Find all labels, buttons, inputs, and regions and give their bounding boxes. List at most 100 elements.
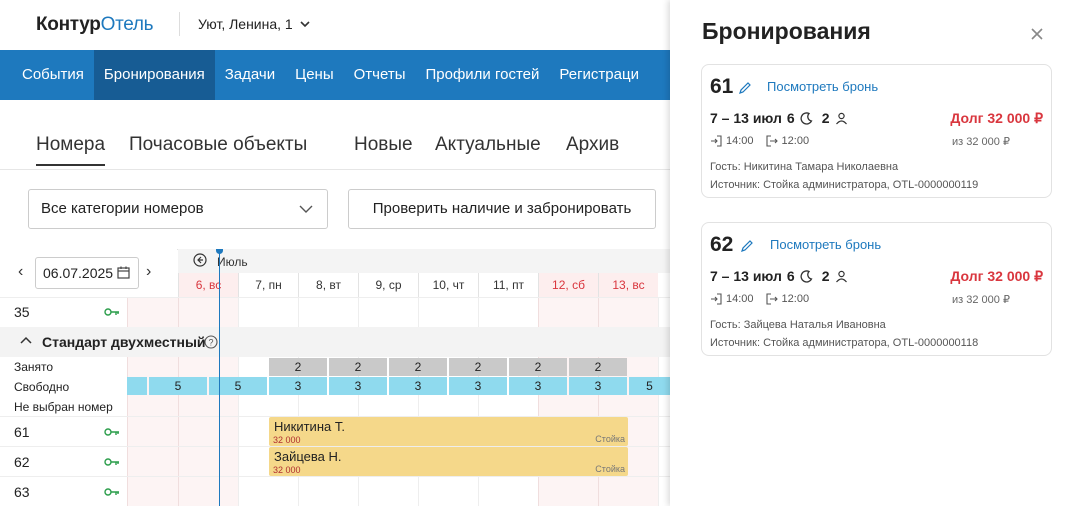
close-icon[interactable] [1030, 27, 1044, 41]
month-row: Июль [178, 249, 670, 273]
occupied-cell: 2 [569, 358, 627, 376]
tab-current[interactable]: Актуальные [435, 134, 541, 156]
card-dates: 7 – 13 июл 6 2 [710, 110, 848, 126]
card-guest: Гость: Зайцева Наталья Ивановна [710, 319, 886, 331]
key-icon [104, 428, 119, 436]
key-icon [104, 488, 119, 496]
view-booking-link[interactable]: Посмотреть бронь [767, 79, 878, 94]
panel-title: Бронирования [702, 18, 871, 44]
free-cell: 3 [389, 377, 447, 395]
person-icon [835, 112, 847, 124]
checkin-icon [711, 293, 722, 305]
occupied-cell: 2 [269, 358, 327, 376]
booking-sum: 32 000 [273, 435, 301, 445]
view-booking-link[interactable]: Посмотреть бронь [770, 237, 881, 252]
chevron-up-icon[interactable] [20, 336, 32, 344]
bookings-panel: Бронирования 61 Посмотреть бронь 7 – 13 … [670, 0, 1069, 506]
row-divider [0, 297, 670, 298]
today-marker [219, 249, 220, 506]
top-bar: КонтурОтель Уют, Ленина, 1 [0, 0, 670, 50]
card-guests: 2 [821, 268, 830, 284]
occupied-label: Занято [14, 360, 54, 374]
card-checkout: 12:00 [781, 135, 810, 147]
header-divider [179, 12, 180, 36]
card-room-number: 61 [710, 75, 734, 98]
svg-text:?: ? [208, 338, 213, 348]
tabs-bar: Номера Почасовые объекты Новые Актуальны… [0, 100, 670, 170]
nav-item-guest-profiles[interactable]: Профили гостей [415, 50, 549, 100]
tab-new[interactable]: Новые [354, 134, 413, 156]
logo-part1: Контур [36, 14, 101, 35]
nav-item-bookings[interactable]: Бронирования [93, 50, 215, 100]
prev-date-arrow-icon[interactable]: ‹ [18, 263, 23, 281]
card-source: Источник: Стойка администратора, OTL-000… [710, 337, 979, 349]
card-checkout: 12:00 [781, 293, 810, 305]
free-cell: 3 [449, 377, 507, 395]
card-total: из 32 000 ₽ [952, 136, 1010, 148]
nav-item-registration[interactable]: Регистраци [549, 50, 649, 100]
date-input[interactable]: 06.07.2025 [35, 257, 139, 289]
booking-guest-name: Никитина Т. [274, 419, 345, 434]
room-number: 63 [14, 484, 30, 500]
row-divider [0, 476, 670, 477]
free-cell: 3 [569, 377, 627, 395]
key-icon [104, 308, 119, 316]
help-icon[interactable]: ? [204, 335, 218, 349]
free-cell: 3 [269, 377, 327, 395]
booking-source: Стойка [595, 464, 625, 474]
booking-source: Стойка [595, 434, 625, 444]
occupied-cell: 2 [449, 358, 507, 376]
day-header: 11, пт [478, 273, 538, 297]
nav-item-reports[interactable]: Отчеты [344, 50, 416, 100]
hotel-name: Уют, Ленина, 1 [198, 16, 293, 32]
free-cell: 3 [509, 377, 567, 395]
card-checkin: 14:00 [726, 293, 754, 305]
day-header: 10, чт [418, 273, 478, 297]
logo[interactable]: КонтурОтель [36, 14, 154, 36]
key-icon [104, 458, 119, 466]
occupied-cell: 2 [389, 358, 447, 376]
checkout-icon [765, 293, 778, 305]
card-times: 14:00 12:00 [710, 135, 809, 147]
card-guests: 2 [821, 110, 830, 126]
room-number: 62 [14, 454, 30, 470]
tab-rooms[interactable]: Номера [36, 134, 106, 166]
logo-part2: Отель [100, 14, 154, 35]
nav-item-events[interactable]: События [0, 50, 94, 100]
card-checkin: 14:00 [726, 135, 754, 147]
booking-card[interactable]: 61 Посмотреть бронь 7 – 13 июл 6 2 Долг … [701, 64, 1052, 198]
tab-archive[interactable]: Архив [566, 134, 619, 156]
check-availability-button[interactable]: Проверить наличие и забронировать [348, 189, 656, 229]
date-value: 06.07.2025 [43, 265, 114, 281]
date-navigator: ‹ 06.07.2025 › [0, 249, 177, 297]
card-total: из 32 000 ₽ [952, 294, 1010, 306]
free-cell: 5 [209, 377, 267, 395]
card-source: Источник: Стойка администратора, OTL-000… [710, 179, 979, 191]
day-header: 13, вс [598, 273, 658, 297]
nav-item-prices[interactable]: Цены [285, 50, 344, 100]
tab-hourly[interactable]: Почасовые объекты [129, 134, 307, 156]
next-date-arrow-icon[interactable]: › [146, 263, 151, 281]
back-arrow-icon[interactable] [193, 253, 207, 267]
booking-bar[interactable]: Никитина Т. 32 000 Стойка [269, 417, 628, 446]
card-times: 14:00 12:00 [710, 293, 809, 305]
calendar-icon [117, 266, 130, 279]
booking-guest-name: Зайцева Н. [274, 449, 342, 464]
room-number: 61 [14, 424, 30, 440]
hotel-selector[interactable]: Уют, Ленина, 1 [198, 16, 311, 32]
category-name: Стандарт двухместный [42, 334, 206, 350]
booking-card[interactable]: 62 Посмотреть бронь 7 – 13 июл 6 2 Долг … [701, 222, 1052, 356]
day-header: 8, вт [298, 273, 358, 297]
card-guest: Гость: Никитина Тамара Николаевна [710, 161, 899, 173]
pencil-icon[interactable] [738, 81, 752, 95]
booking-bar[interactable]: Зайцева Н. 32 000 Стойка [269, 447, 628, 476]
moon-icon [800, 111, 813, 125]
pencil-icon[interactable] [740, 239, 754, 253]
day-header: 9, ср [358, 273, 418, 297]
category-select[interactable]: Все категории номеров [28, 189, 328, 229]
card-nights: 6 [786, 110, 795, 126]
room-category-row[interactable]: Стандарт двухместный ? [0, 327, 670, 357]
room-number: 35 [14, 304, 30, 320]
card-debt: Долг 32 000 ₽ [950, 268, 1043, 284]
nav-item-tasks[interactable]: Задачи [215, 50, 285, 100]
